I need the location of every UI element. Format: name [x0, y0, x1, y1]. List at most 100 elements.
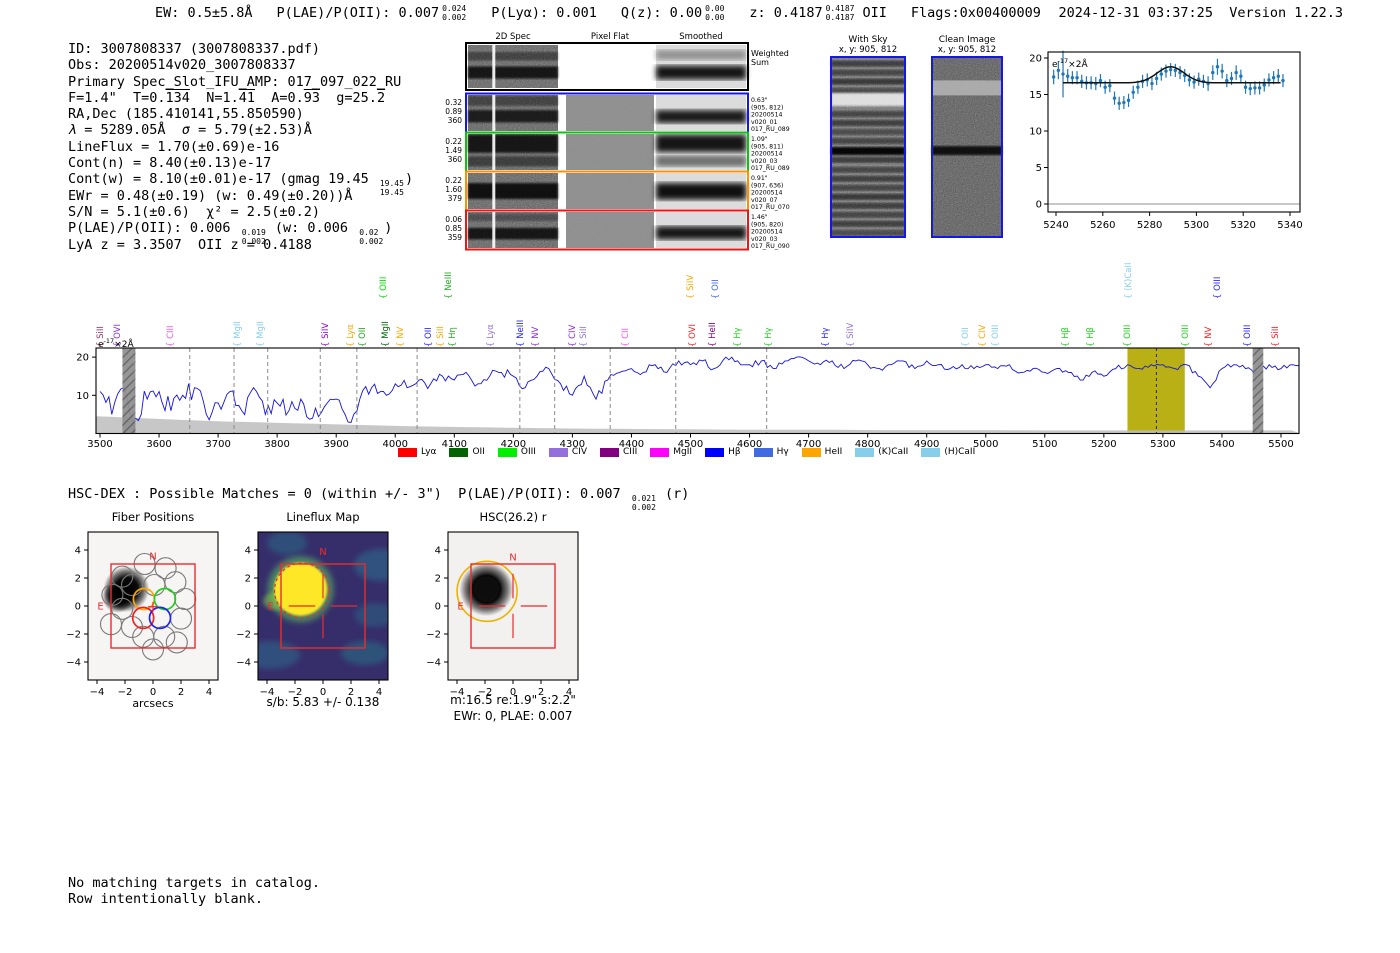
y-tick-label: 0: [75, 602, 81, 613]
fiber-row-weights: 1.49: [445, 146, 462, 155]
y-tick-label: 0: [245, 602, 251, 613]
fiber-row-annotation: v020_03: [751, 158, 778, 165]
y-tick-label: 0: [435, 602, 441, 613]
weighted-sum-label: Weighted: [751, 49, 789, 58]
y-tick-label: 2: [435, 574, 441, 585]
fiber-row-weights: 359: [448, 233, 463, 242]
legend-label: (K)CaII: [878, 447, 909, 457]
hsc-image-panel: HSC(26.2) rNE−4 −2 0 2 4−4−2024m:16.5 re:1.9…: [426, 510, 579, 723]
header-line-id: OII: [862, 5, 887, 21]
text-segment: EWr = 0.48(±0.19) (w: 0.49(±0.20))Å: [68, 187, 353, 204]
legend-item: OII: [449, 447, 485, 457]
y-tick-label: 0: [1036, 200, 1042, 211]
text-segment: λ: [68, 122, 77, 139]
panel-title: HSC(26.2) r: [480, 510, 547, 524]
text-segment: S/N = 5.1(±0.6) χ² = 2.5(±0.2): [68, 203, 320, 220]
legend-swatch: [855, 447, 875, 457]
x-tick-label: 3800: [264, 439, 289, 450]
y-tick-label: 15: [1030, 90, 1042, 101]
fiber-row-annotation: 20200514: [751, 229, 783, 236]
text-segment: 93: [303, 89, 321, 106]
emission-line-label: { OIII: [378, 276, 389, 299]
text-segment: F=1.4" T=0.: [68, 89, 166, 106]
y-tick-label: −4: [236, 658, 251, 669]
timestamp: 2024-12-31 03:37:25 Version 1.22.3: [1058, 5, 1343, 21]
north-label: N: [149, 551, 156, 562]
emission-line-label: { OII: [710, 279, 721, 299]
y-tick-label: 20: [1030, 54, 1042, 65]
y-tick-label: 4: [435, 546, 441, 557]
panel-title: Lineflux Map: [286, 510, 359, 524]
text-segment: LyA z = 3.3507 OII z = 0.4188: [68, 236, 312, 253]
y-tick-label: 2: [75, 574, 81, 585]
info-line-7: Cont(n) = 8.40(±0.13)e-17: [68, 155, 413, 171]
text-segment: = 5.79(±2.53)Å: [189, 122, 312, 139]
text-segment: = 5289.05Å: [76, 122, 182, 139]
fiber-row-weights: 360: [448, 155, 463, 164]
error-envelope: [96, 416, 1299, 434]
spectrum-legend: Lyα OII OIII CIV CIII MgII Hβ Hγ HeII (K)CaII (H)C…: [398, 447, 975, 457]
header-text: Q(z): 0.00: [620, 5, 703, 21]
stacked-uncertainty: 0.00 0.00: [705, 4, 725, 22]
east-label: E: [97, 602, 103, 613]
x-tick-label: 3500: [87, 439, 112, 450]
x-tick-label: 5100: [1032, 439, 1057, 450]
info-block: ID: 3007808337 (3007808337.pdf) Obs: 2020…: [68, 41, 413, 253]
note-line-0: No matching targets in catalog.: [68, 875, 320, 891]
lineflux-peak-blob: [274, 562, 328, 616]
y-tick-label: −4: [66, 658, 81, 669]
header-item-2: P(Lyα): 0.001: [491, 5, 597, 22]
header-item-5: Flags:0x00400009: [911, 5, 1041, 22]
text-segment: (r): [656, 486, 690, 502]
legend-label: Hγ: [776, 447, 789, 457]
legend-swatch: [650, 447, 670, 457]
y-tick-label: −2: [236, 630, 251, 641]
spec2d-figure: 2D Spec Pixel Flat Smoothed Weighted Sum 0.32…: [440, 30, 820, 255]
legend-item: MgII: [650, 447, 692, 457]
stacked-uncertainty: 0.024 0.002: [442, 4, 467, 22]
fiber-row-weights: 0.22: [445, 176, 462, 185]
north-label: N: [319, 547, 326, 558]
spec2d-col-title: Pixel Flat: [591, 32, 630, 42]
fiber-row-weights: 1.60: [445, 185, 462, 194]
clean-title: Clean Image: [939, 35, 996, 45]
text-segment: HSC-DEX : Possible Matches = 0 (within +…: [68, 486, 629, 502]
fiber-row-weights: 379: [448, 194, 463, 203]
text-segment: ): [384, 220, 393, 237]
legend-label: HeII: [824, 447, 843, 457]
magnitude-caption: m:16.5 re:1.9" s:2.2": [450, 693, 576, 707]
fiber-row-annotation: v020_01: [751, 119, 778, 126]
header-item-3: Q(z): 0.00 0.00 0.00: [620, 4, 726, 22]
fiber-row-annotation: v020_07: [751, 197, 778, 204]
x-tick-label: 5500: [1268, 439, 1293, 450]
text-segment: 41: [238, 89, 255, 106]
ewr-plae-caption: EWr: 0, PLAE: 0.007: [454, 709, 573, 723]
fiber-row-annotation: (907, 636): [751, 182, 783, 189]
fiber-row-weights: 0.89: [445, 107, 462, 116]
x-tick-label: 2: [178, 687, 184, 698]
legend-item: Hγ: [753, 447, 789, 457]
header-item-1: P(LAE)/P(OII): 0.007 0.024 0.002: [277, 4, 468, 22]
stacked-uncertainty: 0.02 0.002: [359, 228, 384, 246]
x-tick-label: 3900: [323, 439, 348, 450]
x-tick-label: 5300: [1150, 439, 1175, 450]
info-line-9: EWr = 0.48(±0.19) (w: 0.49(±0.20))Å: [68, 188, 413, 204]
x-tick-label: 5240: [1043, 220, 1068, 231]
info-line-6: LineFlux = 1.70(±0.69)e-16: [68, 139, 413, 155]
text-segment: Cont(n) = 8.40(±0.13)e-17: [68, 155, 272, 172]
x-tick-label: −2: [118, 687, 133, 698]
info-line-2: Primary Spec_Slot_IFU_AMP: 017_097_022_R…: [68, 74, 413, 90]
mainplot-frame: [95, 347, 1300, 435]
header-text: Flags:0x00400009: [910, 5, 1041, 21]
legend-swatch: [921, 447, 941, 457]
note-line-1: Row intentionally blank.: [68, 890, 264, 907]
spectrum-area: [96, 348, 1299, 434]
legend-item: (K)CaII: [855, 447, 908, 457]
fiber-row-annotation: 0.91": [751, 175, 768, 182]
withsky-xy: x, y: 905, 812: [839, 45, 897, 55]
fiber-row-annotation: (905, 811): [751, 143, 783, 150]
info-line-4: RA,Dec (185.410141,55.850590): [68, 106, 413, 122]
legend-item: CIV: [548, 447, 587, 457]
text-segment: Cont(w) = 8.10(±0.01)e-17 (gmag 19.45: [68, 171, 377, 188]
stacked-uncertainty: 0.021 0.002: [631, 494, 656, 512]
